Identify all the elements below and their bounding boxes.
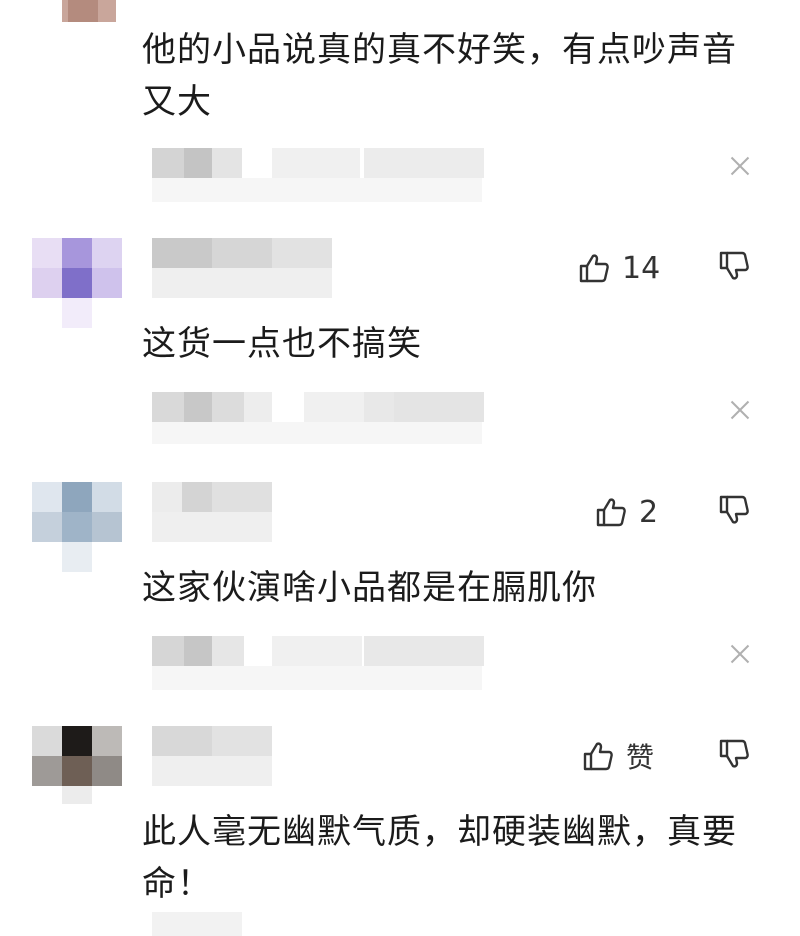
like-button[interactable]: 2 xyxy=(595,492,658,532)
like-count: 14 xyxy=(622,250,661,286)
close-icon[interactable] xyxy=(729,399,751,421)
thumbs-up-icon xyxy=(596,498,626,527)
thumbs-down-icon[interactable] xyxy=(718,494,750,526)
comment-text: 这家伙演啥小品都是在膈肌你 xyxy=(142,568,597,608)
like-button[interactable]: 赞 xyxy=(582,736,654,776)
like-button[interactable]: 14 xyxy=(578,248,660,288)
close-icon[interactable] xyxy=(729,643,751,665)
comment-text: 此人毫无幽默气质，却硬装幽默，真要命！ xyxy=(142,812,737,904)
thumbs-up-icon xyxy=(579,254,609,283)
thumbs-down-icon[interactable] xyxy=(718,738,750,770)
like-count: 2 xyxy=(639,494,659,530)
thumbs-down-icon[interactable] xyxy=(718,250,750,282)
close-icon[interactable] xyxy=(729,155,751,177)
thumbs-up-icon xyxy=(583,742,613,771)
comment-feed: 他的小品说真的真不好笑，有点吵声音又大 14 这货一点也不搞笑 2 这家伙演啥小… xyxy=(0,0,800,936)
comment-text: 他的小品说真的真不好笑，有点吵声音又大 xyxy=(142,30,737,122)
comment-text: 这货一点也不搞笑 xyxy=(142,324,422,364)
like-label: 赞 xyxy=(626,741,655,774)
